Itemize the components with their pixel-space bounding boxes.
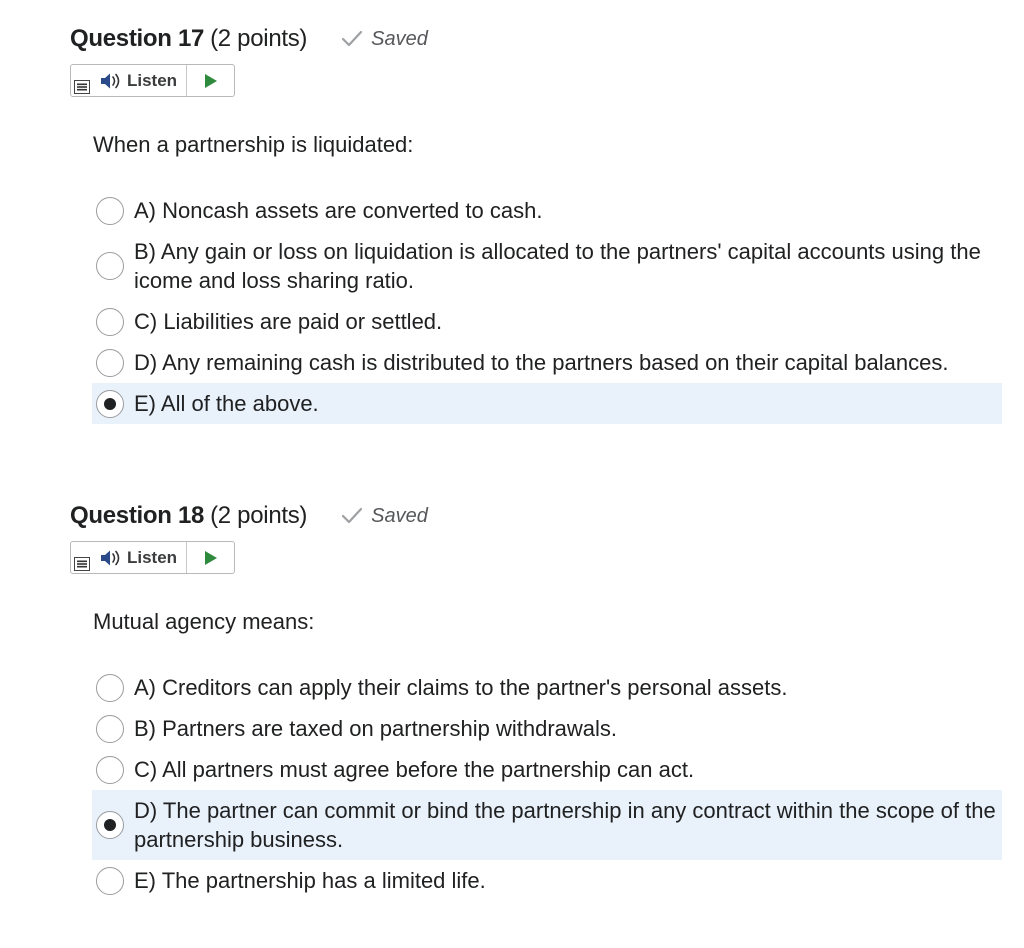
question-18: Question 18 (2 points) Saved Listen Mutu… [70, 497, 1002, 901]
radio-dot [104, 819, 116, 831]
checkmark-icon [342, 30, 363, 47]
answer-option[interactable]: C) All partners must agree before the pa… [92, 749, 1002, 790]
answer-option-label: B) Partners are taxed on partnership wit… [134, 716, 618, 741]
listen-label: Listen [127, 70, 178, 90]
answer-option-selected[interactable]: E) All of the above. [92, 383, 1002, 424]
listen-toolbar: Listen [70, 541, 235, 574]
radio-button[interactable] [96, 755, 124, 784]
listen-button[interactable]: Listen [100, 542, 188, 573]
listen-toolbar: Listen [70, 64, 235, 97]
answer-option-selected[interactable]: D) The partner can commit or bind the pa… [92, 790, 1002, 860]
answer-option-label: E) The partnership has a limited life. [134, 868, 486, 893]
answer-option-label: D) Any remaining cash is distributed to … [134, 350, 949, 375]
question-prompt: When a partnership is liquidated: [93, 132, 414, 157]
answer-option-label: A) Creditors can apply their claims to t… [134, 675, 788, 700]
listen-label: Listen [127, 547, 178, 567]
radio-button[interactable] [96, 714, 124, 743]
question-points: (2 points) [210, 502, 308, 529]
menu-icon[interactable] [74, 557, 90, 571]
menu-icon[interactable] [74, 80, 90, 94]
answer-option[interactable]: B) Any gain or loss on liquidation is al… [92, 231, 1002, 301]
question-title: Question 18 (2 points) [70, 502, 307, 530]
radio-button[interactable] [96, 348, 124, 377]
speaker-icon [101, 550, 120, 565]
answer-option-label: E) All of the above. [134, 391, 319, 416]
answer-option[interactable]: B) Partners are taxed on partnership wit… [92, 708, 1002, 749]
radio-button-checked[interactable] [96, 389, 124, 418]
saved-status: Saved [341, 28, 428, 51]
play-icon [204, 550, 217, 565]
question-prompt: Mutual agency means: [93, 609, 315, 634]
answer-option-label: D) The partner can commit or bind the pa… [134, 798, 996, 852]
question-17: Question 17 (2 points) Saved Listen When… [70, 20, 1002, 424]
radio-dot [104, 397, 116, 410]
radio-button[interactable] [96, 252, 124, 280]
saved-label: Saved [371, 27, 428, 50]
listen-button[interactable]: Listen [100, 65, 188, 96]
question-points: (2 points) [210, 25, 308, 52]
radio-button[interactable] [96, 307, 124, 336]
play-button[interactable] [187, 65, 234, 96]
answer-option[interactable]: C) Liabilities are paid or settled. [92, 301, 1002, 342]
answer-options: A) Noncash assets are converted to cash.… [92, 190, 1002, 424]
answer-options: A) Creditors can apply their claims to t… [92, 667, 1002, 901]
question-header: Question 17 (2 points) Saved [70, 20, 1002, 58]
saved-label: Saved [371, 504, 428, 527]
question-number: Question 18 [70, 502, 205, 529]
answer-option[interactable]: A) Creditors can apply their claims to t… [92, 667, 1002, 708]
question-header: Question 18 (2 points) Saved [70, 497, 1002, 535]
radio-button[interactable] [96, 196, 124, 225]
radio-button[interactable] [96, 673, 124, 702]
radio-button[interactable] [96, 866, 124, 895]
answer-option-label: B) Any gain or loss on liquidation is al… [134, 239, 981, 293]
saved-status: Saved [341, 505, 428, 528]
speaker-icon [101, 73, 120, 88]
answer-option-label: A) Noncash assets are converted to cash. [134, 198, 543, 223]
play-icon [204, 73, 217, 88]
checkmark-icon [342, 507, 363, 524]
question-title: Question 17 (2 points) [70, 25, 307, 53]
play-button[interactable] [187, 542, 234, 573]
question-number: Question 17 [70, 25, 205, 52]
answer-option[interactable]: E) The partnership has a limited life. [92, 860, 1002, 901]
radio-button-checked[interactable] [96, 811, 124, 839]
answer-option[interactable]: D) Any remaining cash is distributed to … [92, 342, 1002, 383]
answer-option-label: C) All partners must agree before the pa… [134, 757, 695, 782]
answer-option-label: C) Liabilities are paid or settled. [134, 309, 443, 334]
answer-option[interactable]: A) Noncash assets are converted to cash. [92, 190, 1002, 231]
